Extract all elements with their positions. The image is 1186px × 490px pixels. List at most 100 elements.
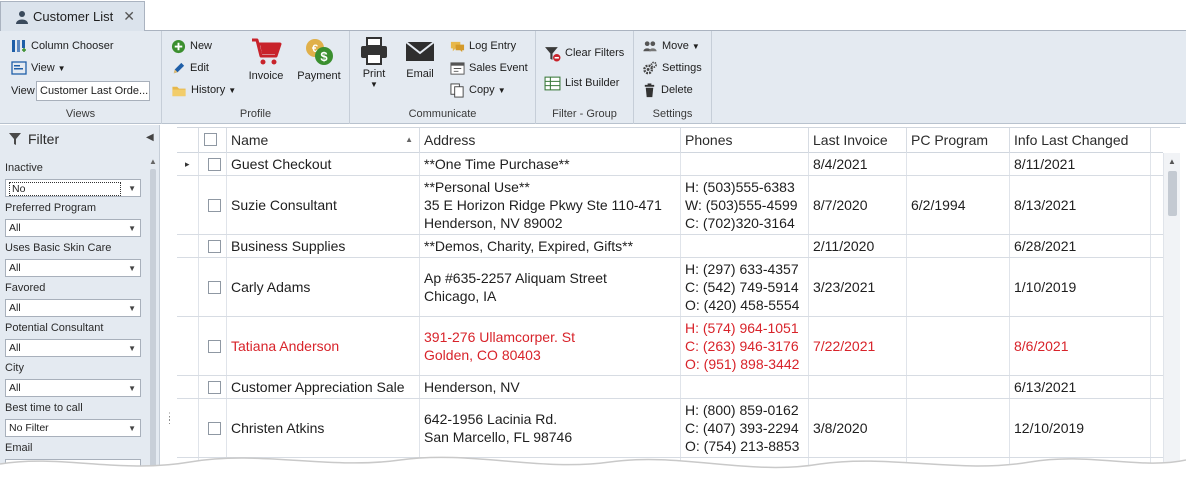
row-checkbox[interactable] bbox=[208, 471, 221, 485]
scroll-up-icon[interactable]: ▲ bbox=[149, 157, 157, 166]
row-checkbox-cell[interactable] bbox=[199, 235, 227, 257]
close-icon[interactable]: ✕ bbox=[123, 8, 135, 25]
settings-button[interactable]: Settings bbox=[642, 59, 702, 77]
scroll-up-icon[interactable]: ▲ bbox=[1168, 157, 1176, 166]
move-button[interactable]: Move ▼ bbox=[642, 37, 700, 55]
phone-line: O: (420) 458-5554 bbox=[685, 297, 800, 313]
row-checkbox[interactable] bbox=[208, 239, 221, 253]
filter-title: Filter bbox=[28, 131, 60, 147]
filter-value: No Filter bbox=[9, 462, 49, 474]
select-all-checkbox-cell[interactable] bbox=[199, 128, 227, 153]
row-checkbox-cell[interactable] bbox=[199, 458, 227, 490]
view-menu-button[interactable]: View ▼ bbox=[11, 59, 66, 77]
envelope-icon bbox=[405, 41, 435, 61]
table-row[interactable]: 110 W. 4th St. #6 Salem, OR 97301 8/18/200… bbox=[177, 458, 1163, 490]
filter-scroll-thumb[interactable] bbox=[150, 169, 156, 490]
chevron-down-icon: ▼ bbox=[228, 85, 237, 95]
print-button[interactable]: Print ▼ bbox=[358, 36, 390, 89]
filter-select-preferred-program[interactable]: All ▼ bbox=[5, 219, 141, 237]
row-checkbox[interactable] bbox=[208, 280, 221, 294]
phone-line: C: (263) 946-3176 bbox=[685, 338, 799, 354]
row-checkbox[interactable] bbox=[208, 157, 221, 171]
grid-scroll-thumb[interactable] bbox=[1168, 171, 1177, 216]
row-checkbox[interactable] bbox=[208, 380, 221, 394]
address-cell: **One Time Purchase** bbox=[420, 153, 681, 175]
filter-label: Preferred Program bbox=[5, 202, 97, 214]
copy-button[interactable]: Copy ▼ bbox=[450, 81, 506, 99]
table-row[interactable]: Christen Atkins 642-1956 Lacinia Rd. San M… bbox=[177, 399, 1163, 458]
column-header-phones[interactable]: Phones bbox=[681, 128, 809, 153]
filter-panel: Filter ◀ ▲ Inactive No ▼ Preferred Progra… bbox=[0, 125, 160, 490]
phone-line: C: (542) 749-5914 bbox=[685, 279, 799, 295]
row-checkbox[interactable] bbox=[208, 339, 221, 353]
move-label: Move bbox=[662, 40, 689, 52]
filter-scrollbar[interactable]: ▲ bbox=[148, 155, 158, 490]
clear-filters-button[interactable]: Clear Filters bbox=[544, 44, 624, 62]
row-checkbox-cell[interactable] bbox=[199, 176, 227, 234]
table-row[interactable]: Suzie Consultant **Personal Use** 35 E Hor… bbox=[177, 176, 1163, 235]
filter-select-favored[interactable]: All ▼ bbox=[5, 299, 141, 317]
filter-uses-basic-skin-care: Uses Basic Skin Care All ▼ bbox=[5, 242, 141, 277]
filter-email: Email No Filter ▼ bbox=[5, 442, 141, 477]
invoice-button[interactable]: Invoice bbox=[246, 36, 286, 82]
column-header-info-last-changed[interactable]: Info Last Changed bbox=[1010, 128, 1151, 153]
row-checkbox-cell[interactable] bbox=[199, 258, 227, 316]
select-all-checkbox[interactable] bbox=[204, 133, 217, 146]
delete-button[interactable]: Delete bbox=[642, 81, 693, 99]
name-cell: Customer Appreciation Sale bbox=[227, 376, 420, 398]
table-row[interactable]: ▸ Guest Checkout **One Time Purchase** 8/4/… bbox=[177, 153, 1163, 176]
log-entry-button[interactable]: Log Entry bbox=[450, 37, 516, 55]
edit-button[interactable]: Edit bbox=[171, 59, 209, 77]
grid-vertical-scrollbar[interactable]: ▲ bbox=[1163, 153, 1180, 490]
table-row[interactable]: Carly Adams Ap #635-2257 Aliquam Street Ch… bbox=[177, 258, 1163, 317]
filter-select-city[interactable]: All ▼ bbox=[5, 379, 141, 397]
settings-group: Move ▼ Settings Delete Settings bbox=[634, 31, 712, 124]
filter-select-best-time-to-call[interactable]: No Filter ▼ bbox=[5, 419, 141, 437]
address-cell: 642-1956 Lacinia Rd. San Marcello, FL 987… bbox=[420, 399, 681, 457]
address-line: Henderson, NV bbox=[424, 379, 520, 395]
row-checkbox-cell[interactable] bbox=[199, 153, 227, 175]
sales-event-button[interactable]: Sales Event bbox=[450, 59, 528, 77]
filter-select-email[interactable]: No Filter ▼ bbox=[5, 459, 141, 477]
collapse-panel-icon[interactable]: ◀ bbox=[146, 132, 154, 143]
address-cell: 110 W. 4th St. #6 Salem, OR 97301 bbox=[420, 458, 681, 490]
column-header-label: Info Last Changed bbox=[1014, 132, 1129, 148]
view-select[interactable]: Customer Last Orde... bbox=[36, 81, 150, 101]
column-chooser-button[interactable]: Column Chooser bbox=[11, 37, 114, 55]
row-checkbox[interactable] bbox=[208, 421, 221, 435]
column-header-last-invoice[interactable]: Last Invoice bbox=[809, 128, 907, 153]
sales-event-icon bbox=[450, 61, 465, 75]
table-row[interactable]: Business Supplies **Demos, Charity, Expir… bbox=[177, 235, 1163, 258]
row-checkbox-cell[interactable] bbox=[199, 317, 227, 375]
table-row[interactable]: Tatiana Anderson 391-276 Ullamcorper. St G… bbox=[177, 317, 1163, 376]
address-line: 391-276 Ullamcorper. St bbox=[424, 329, 575, 345]
column-header-label: Address bbox=[424, 132, 476, 148]
filter-select-inactive[interactable]: No ▼ bbox=[5, 179, 141, 197]
communicate-group-label: Communicate bbox=[408, 108, 477, 120]
new-button[interactable]: New bbox=[171, 37, 212, 55]
tab-customer-list[interactable]: Customer List ✕ bbox=[0, 1, 145, 31]
filter-inactive: Inactive No ▼ bbox=[5, 162, 141, 197]
filter-select-uses-basic-skin-care[interactable]: All ▼ bbox=[5, 259, 141, 277]
filter-label: Favored bbox=[5, 282, 46, 294]
table-row[interactable]: Customer Appreciation Sale Henderson, NV 6… bbox=[177, 376, 1163, 399]
row-checkbox-cell[interactable] bbox=[199, 376, 227, 398]
phone-line: H: (503)555-6383 bbox=[685, 179, 795, 195]
list-builder-button[interactable]: List Builder bbox=[544, 74, 619, 92]
column-header-name[interactable]: Name ▲ bbox=[227, 128, 420, 153]
filter-select-potential-consultant[interactable]: All ▼ bbox=[5, 339, 141, 357]
column-header-address[interactable]: Address bbox=[420, 128, 681, 153]
last-invoice-cell bbox=[809, 376, 907, 398]
address-line: San Marcello, FL 98746 bbox=[424, 429, 573, 445]
row-checkbox-cell[interactable] bbox=[199, 399, 227, 457]
name-cell: Guest Checkout bbox=[227, 153, 420, 175]
payment-button[interactable]: € $ Payment bbox=[296, 36, 342, 82]
pc-program-cell bbox=[907, 235, 1010, 257]
chevron-down-icon: ▼ bbox=[128, 224, 136, 233]
row-checkbox[interactable] bbox=[208, 198, 221, 212]
name-cell: Tatiana Anderson bbox=[227, 317, 420, 375]
email-button[interactable]: Email bbox=[402, 36, 438, 80]
column-header-pc-program[interactable]: PC Program bbox=[907, 128, 1010, 153]
address-line: Ap #635-2257 Aliquam Street bbox=[424, 270, 607, 286]
history-button[interactable]: History ▼ bbox=[171, 81, 236, 99]
